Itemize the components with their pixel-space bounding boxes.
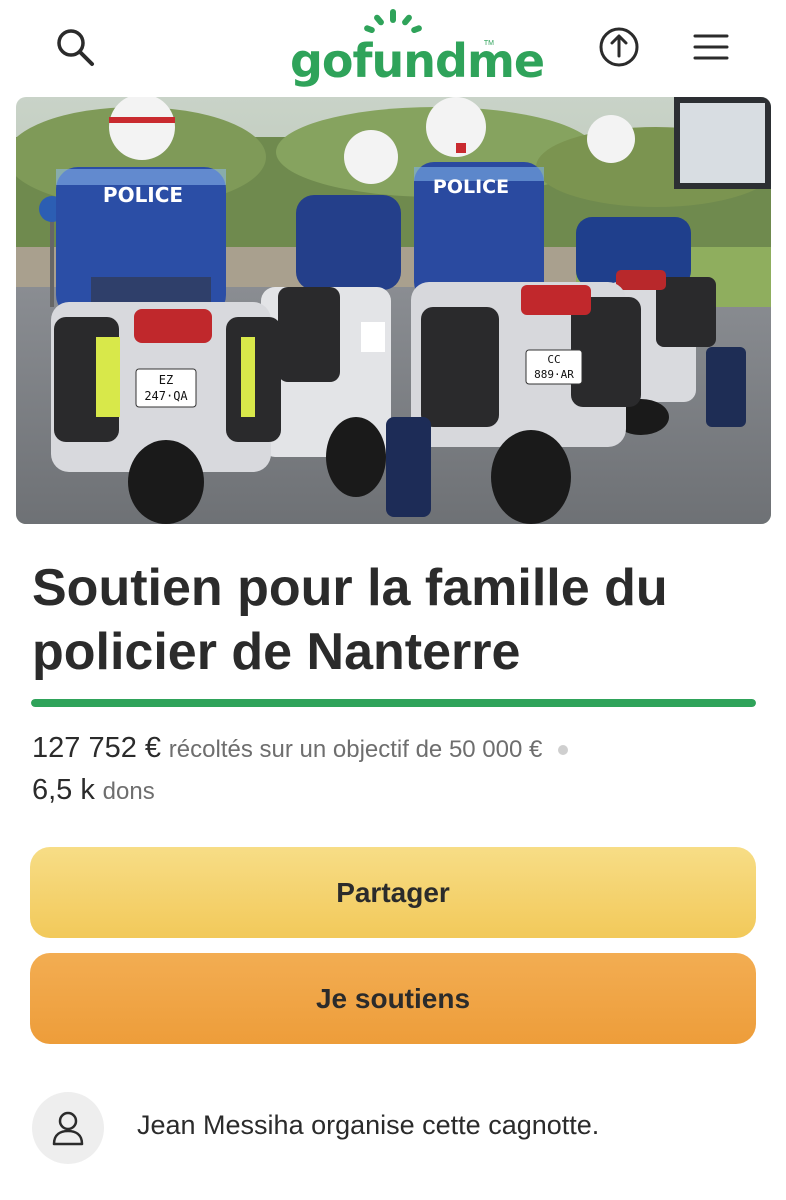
donations-line: 6,5 k dons: [32, 770, 762, 812]
plate-text-top: EZ: [159, 373, 173, 387]
logo-wordmark: gofundme: [290, 34, 545, 88]
raised-goal-text: récoltés sur un objectif de 50 000 €: [168, 736, 543, 763]
search-button[interactable]: [50, 22, 100, 72]
police-label-3: POLICE: [433, 176, 509, 198]
funding-progress-bar: [31, 699, 756, 707]
avatar: [32, 1092, 104, 1164]
logo-trademark: TM: [483, 40, 494, 47]
organizer-text: Jean Messiha organise cette cagnotte.: [137, 1110, 600, 1140]
share-button[interactable]: Partager: [30, 847, 756, 938]
organizer-row[interactable]: Jean Messiha organise cette cagnotte.: [32, 1092, 762, 1166]
plate-text-bottom: 889·AR: [534, 368, 574, 381]
gofundme-logo[interactable]: gofundme TM: [290, 8, 545, 88]
donations-label: dons: [102, 778, 155, 805]
plate-text-top: CC: [547, 353, 560, 366]
top-bar: gofundme TM: [0, 0, 786, 95]
raised-amount: 127 752 €: [32, 732, 162, 764]
campaign-title: Soutien pour la famille du policier de N…: [32, 559, 668, 681]
funding-progress-fill: [31, 699, 756, 707]
campaign-hero-image: CC 889·AR POLICE EZ 247·QA POLICE: [16, 97, 771, 524]
separator-dot: [558, 744, 569, 755]
search-icon: [57, 29, 94, 66]
raised-line: 127 752 € récoltés sur un objectif de 50…: [32, 728, 762, 770]
campaign-stats: 127 752 € récoltés sur un objectif de 50…: [32, 728, 762, 812]
police-label-1: POLICE: [103, 183, 183, 207]
police-motorcycles-photo: CC 889·AR POLICE EZ 247·QA POLICE: [16, 97, 771, 524]
user-icon: [52, 1111, 84, 1146]
plate-text-bottom: 247·QA: [144, 389, 188, 403]
menu-button[interactable]: [686, 22, 736, 72]
donations-count: 6,5 k: [32, 774, 95, 806]
share-upload-button[interactable]: [594, 22, 644, 72]
hamburger-menu-icon: [693, 34, 729, 60]
upload-share-icon: [599, 27, 639, 67]
donate-button[interactable]: Je soutiens: [30, 953, 756, 1044]
